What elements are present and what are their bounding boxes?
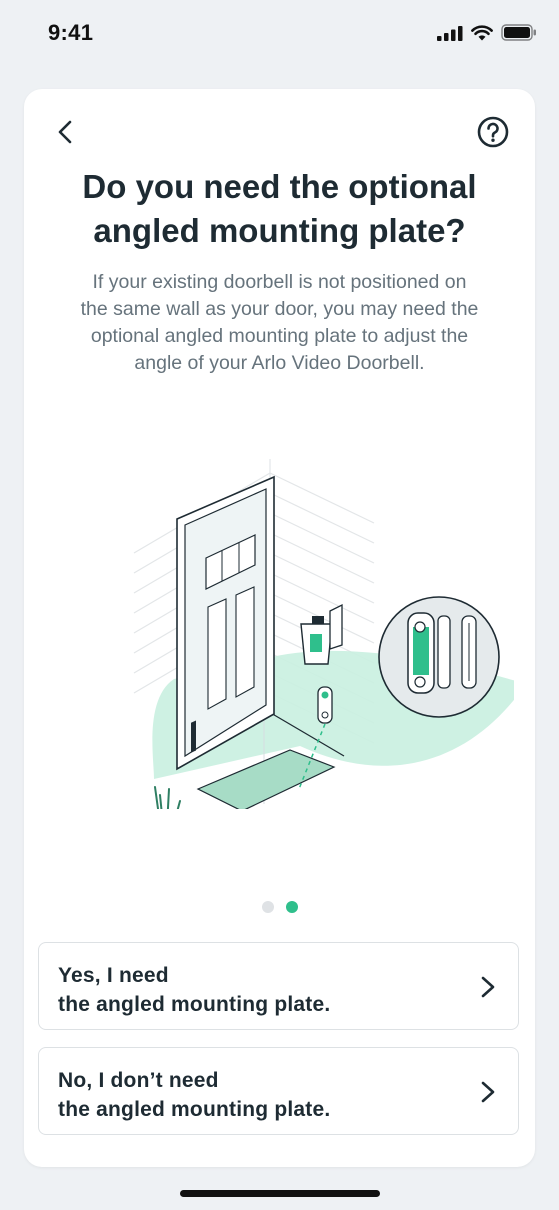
option-yes-need-plate[interactable]: Yes, I need the angled mounting plate.	[38, 942, 519, 1030]
page-title: Do you need the optional angled mounting…	[82, 168, 477, 249]
back-button[interactable]	[52, 117, 78, 147]
status-bar: 9:41	[0, 0, 559, 68]
page-dot-active	[285, 901, 298, 913]
page-description: If your existing doorbell is not positio…	[80, 271, 479, 374]
page-dot	[261, 901, 274, 913]
help-button[interactable]	[477, 116, 509, 148]
chevron-right-icon	[481, 1081, 495, 1103]
chevron-right-icon	[481, 976, 495, 998]
content-card: Do you need the optional angled mounting…	[24, 89, 535, 1167]
battery-icon	[501, 24, 536, 41]
cellular-signal-icon	[437, 25, 463, 41]
option-label: No, I don’t need the angled mounting pla…	[58, 1069, 331, 1121]
page-indicator	[24, 901, 535, 913]
option-no-dont-need-plate[interactable]: No, I don’t need the angled mounting pla…	[38, 1047, 519, 1135]
chevron-left-icon	[58, 120, 72, 144]
wifi-icon	[471, 24, 493, 40]
home-indicator[interactable]	[180, 1190, 380, 1197]
doorbell-mounting-illustration	[133, 459, 514, 809]
status-time: 9:41	[48, 20, 94, 45]
option-label: Yes, I need the angled mounting plate.	[58, 964, 331, 1016]
question-circle-icon	[477, 116, 509, 148]
status-icons	[437, 24, 537, 41]
